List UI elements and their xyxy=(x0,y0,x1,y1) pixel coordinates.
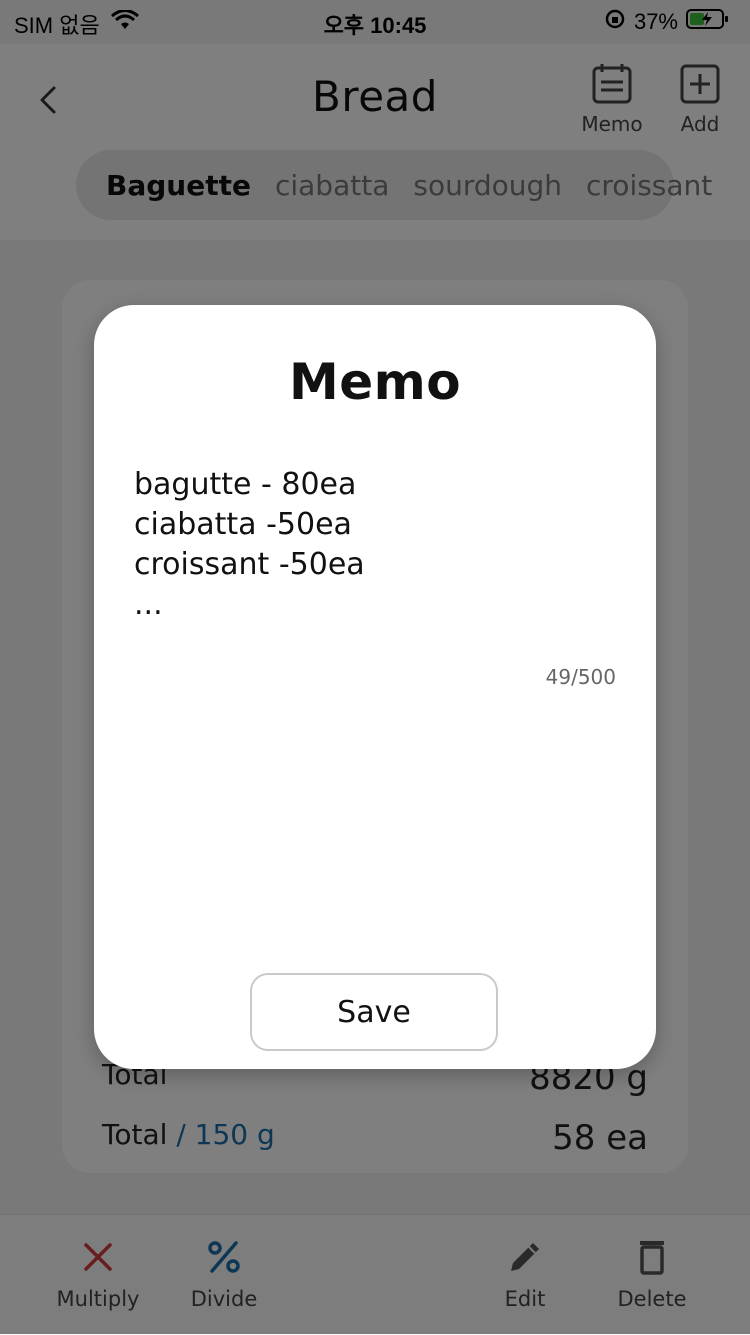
memo-dialog: Memo bagutte - 80ea ciabatta -50ea crois… xyxy=(94,305,656,1069)
character-count: 49/500 xyxy=(545,665,616,689)
dialog-title: Memo xyxy=(288,353,462,411)
save-button[interactable]: Save xyxy=(250,973,498,1051)
memo-textarea[interactable]: bagutte - 80ea ciabatta -50ea croissant … xyxy=(134,465,614,825)
